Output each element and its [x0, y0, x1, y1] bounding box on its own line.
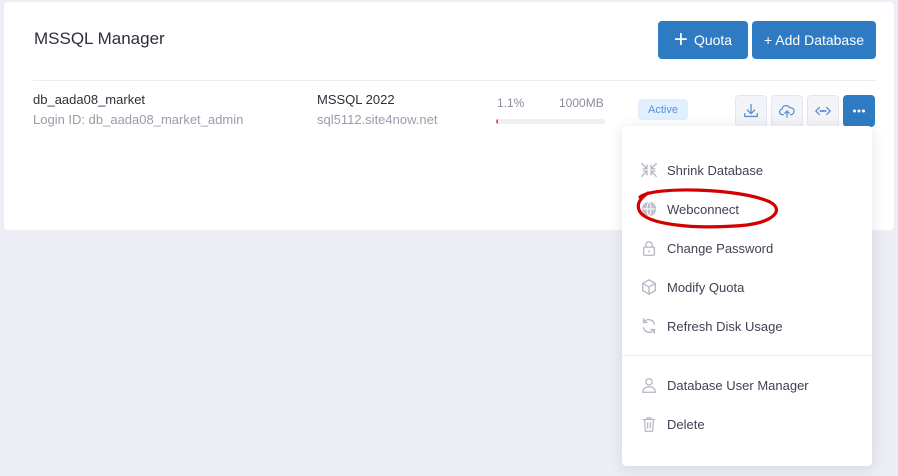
cube-icon [640, 278, 658, 296]
menu-item-label: Refresh Disk Usage [667, 318, 783, 334]
menu-divider [622, 355, 872, 356]
quota-button[interactable]: + Quota [658, 21, 748, 59]
login-id: Login ID: db_aada08_market_admin [33, 112, 244, 127]
web-icon [640, 200, 658, 218]
more-actions-button[interactable] [843, 95, 875, 127]
user-icon [640, 376, 658, 394]
connect-button[interactable] [807, 95, 839, 127]
download-button[interactable] [735, 95, 767, 127]
status-badge: Active [638, 99, 688, 120]
more-dots-icon [852, 109, 866, 113]
menu-item-label: Database User Manager [667, 377, 809, 393]
menu-item-change-password[interactable]: Change Password [640, 236, 773, 260]
download-icon [744, 104, 758, 118]
menu-item-label: Modify Quota [667, 279, 745, 295]
trash-icon [640, 415, 658, 433]
menu-item-shrink-database[interactable]: Shrink Database [640, 158, 763, 182]
quota-button-label: Quota [693, 32, 733, 48]
usage-bar-fill [496, 119, 498, 124]
shrink-icon [640, 161, 658, 179]
refresh-icon [640, 317, 658, 335]
code-connect-icon [815, 106, 831, 116]
usage-bar [496, 119, 605, 124]
menu-item-database-user-manager[interactable]: Database User Manager [640, 373, 809, 397]
menu-item-label: Shrink Database [667, 162, 764, 178]
header-divider [33, 80, 877, 81]
menu-item-refresh-disk-usage[interactable]: Refresh Disk Usage [640, 314, 783, 338]
upload-button[interactable] [771, 95, 803, 127]
cloud-upload-icon [778, 104, 795, 118]
usage-percent: 1.1% [497, 96, 525, 110]
menu-item-label: Change Password [667, 240, 774, 256]
menu-item-label: Delete [667, 416, 705, 432]
quota-size: 1000MB [559, 96, 604, 110]
menu-item-delete[interactable]: Delete [640, 412, 705, 436]
lock-icon [640, 239, 658, 257]
add-database-button[interactable]: + Add Database [752, 21, 876, 59]
menu-item-modify-quota[interactable]: Modify Quota [640, 275, 744, 299]
plus-icon: + [673, 26, 688, 53]
more-actions-menu: Shrink Database Webconnect Change Passwo… [622, 126, 872, 466]
database-name: db_aada08_market [33, 92, 146, 107]
database-server: sql5112.site4now.net [317, 112, 438, 127]
page-title: MSSQL Manager [34, 29, 165, 48]
database-engine: MSSQL 2022 [317, 92, 395, 107]
menu-item-webconnect[interactable]: Webconnect [640, 197, 739, 221]
menu-item-label: Webconnect [667, 201, 740, 217]
